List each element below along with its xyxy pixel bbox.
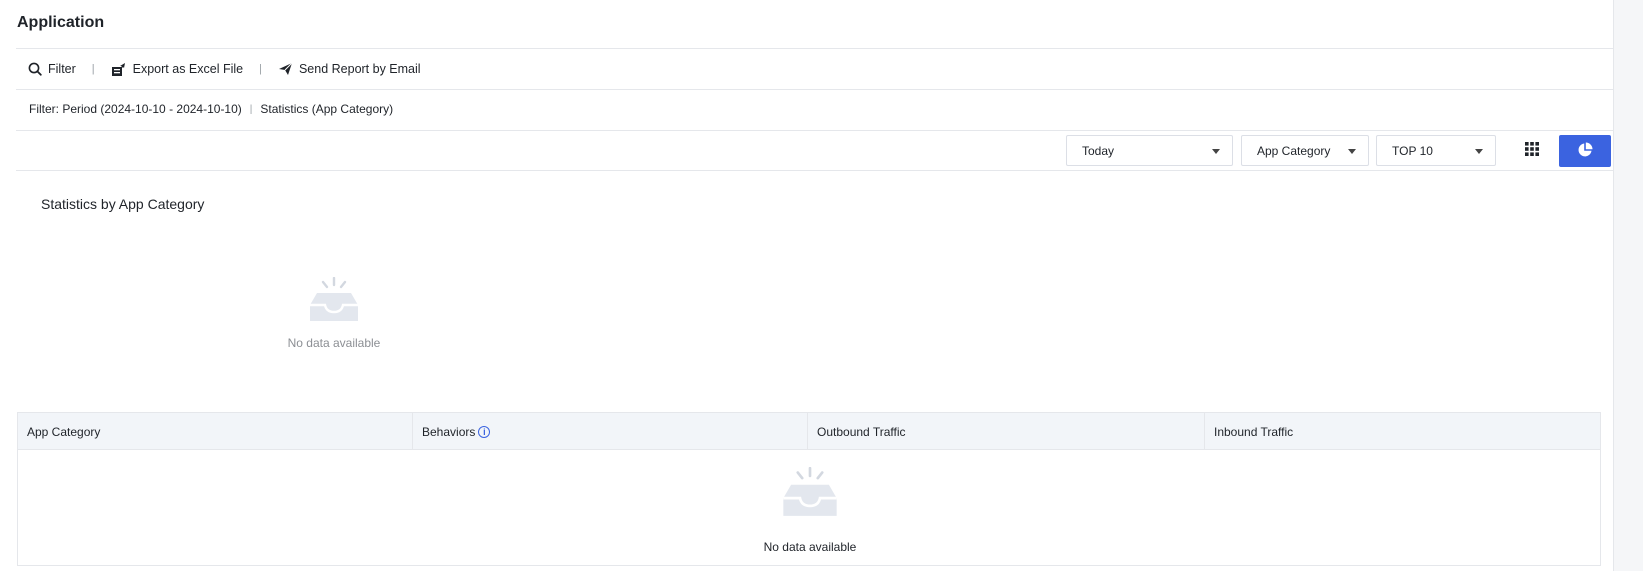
chart-section-title: Statistics by App Category [41, 196, 205, 212]
column-label: App Category [27, 424, 101, 439]
top-select-value: TOP 10 [1392, 143, 1433, 158]
empty-inbox-icon [781, 466, 839, 520]
column-label: Behaviors [422, 424, 476, 439]
info-icon[interactable]: i [478, 425, 491, 438]
column-header-behaviors[interactable]: Behaviors i [413, 413, 808, 450]
period-select[interactable]: Today [1066, 135, 1233, 166]
chevron-down-icon [1212, 149, 1220, 154]
pie-chart-view-button[interactable] [1559, 135, 1611, 167]
column-header-app-category[interactable]: App Category [18, 413, 413, 450]
chevron-down-icon [1348, 149, 1356, 154]
pie-chart-icon [1577, 142, 1593, 161]
export-icon [111, 62, 127, 77]
chart-empty-state: No data available [284, 276, 384, 350]
column-header-inbound-traffic[interactable]: Inbound Traffic [1205, 413, 1600, 450]
send-icon [278, 62, 293, 76]
separator: | [91, 63, 95, 75]
top-n-select[interactable]: TOP 10 [1376, 135, 1496, 166]
table-empty-state: No data available [750, 466, 870, 554]
group-by-select[interactable]: App Category [1241, 135, 1369, 166]
divider [16, 89, 1614, 90]
group-select-value: App Category [1257, 143, 1331, 158]
table-header: App Category Behaviors i Outbound Traffi… [18, 413, 1600, 450]
filter-button[interactable]: Filter [28, 62, 76, 76]
export-label: Export as Excel File [132, 62, 244, 76]
divider [16, 170, 1614, 171]
table-empty-text: No data available [763, 540, 857, 554]
application-page: Application Filter | Export as Excel Fil… [0, 0, 1614, 571]
export-excel-button[interactable]: Export as Excel File [111, 62, 243, 77]
filter-label: Filter [48, 62, 76, 76]
column-label: Outbound Traffic [817, 424, 906, 439]
divider [16, 48, 1614, 49]
grid-view-button[interactable] [1509, 135, 1555, 166]
app-category-table: App Category Behaviors i Outbound Traffi… [17, 412, 1601, 566]
chevron-down-icon [1475, 149, 1483, 154]
period-select-value: Today [1082, 143, 1115, 158]
column-label: Inbound Traffic [1214, 424, 1294, 439]
filter-statistics-text: Statistics (App Category) [260, 102, 394, 116]
toolbar: Filter | Export as Excel File | Send Rep… [28, 59, 421, 79]
separator: | [249, 103, 253, 115]
search-icon [28, 62, 42, 76]
email-label: Send Report by Email [298, 62, 421, 76]
filter-summary: Filter: Period (2024-10-10 - 2024-10-10)… [29, 102, 393, 116]
divider [16, 130, 1614, 131]
column-header-outbound-traffic[interactable]: Outbound Traffic [808, 413, 1205, 450]
right-gutter [1614, 0, 1643, 571]
chart-empty-text: No data available [287, 336, 381, 350]
page-title: Application [17, 14, 105, 31]
filter-period-text: Filter: Period (2024-10-10 - 2024-10-10) [29, 102, 242, 116]
send-report-email-button[interactable]: Send Report by Email [278, 62, 421, 76]
empty-inbox-icon [308, 276, 360, 325]
separator: | [259, 63, 262, 75]
grid-icon [1525, 142, 1539, 159]
